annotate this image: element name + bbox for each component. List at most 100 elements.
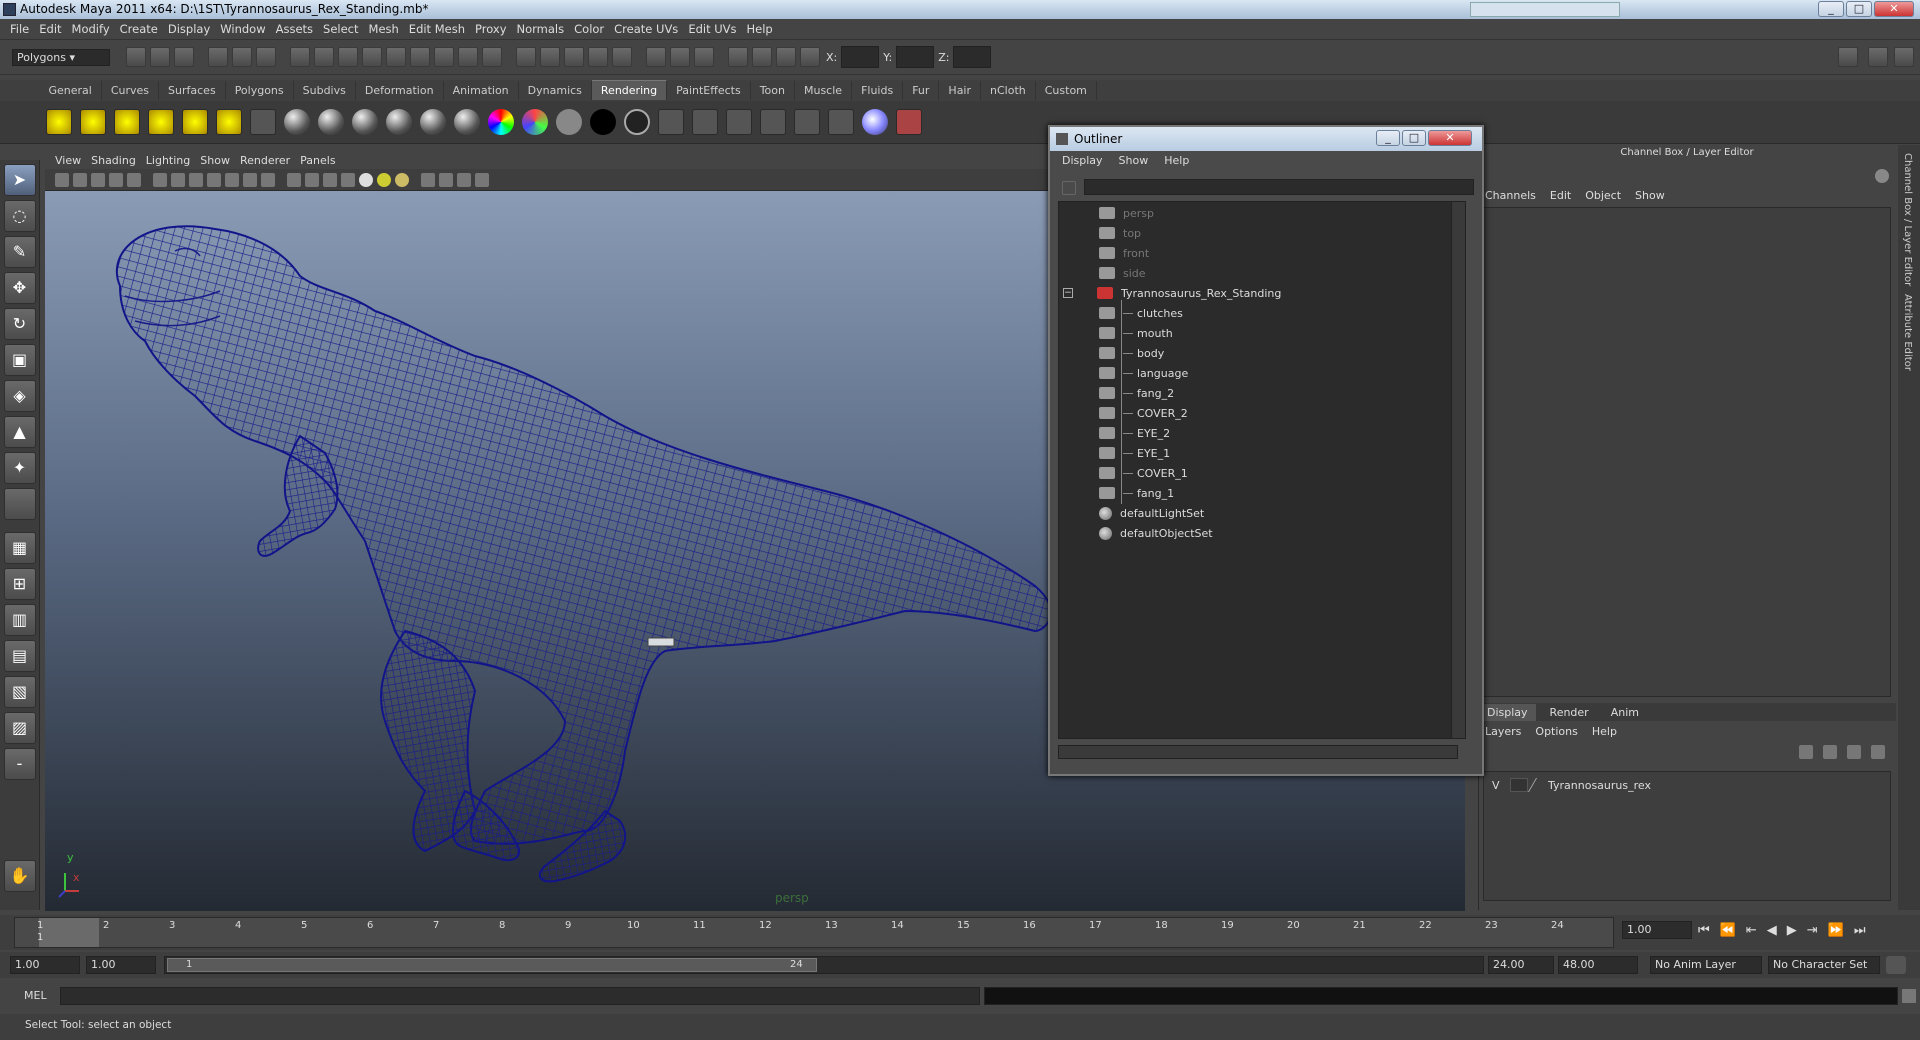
- menu-mesh[interactable]: Mesh: [369, 22, 399, 36]
- layer-row[interactable]: V Tyrannosaurus_rex: [1484, 776, 1890, 794]
- manipulator-tool-icon[interactable]: ◈: [3, 380, 36, 412]
- render-settings-icon[interactable]: [588, 47, 608, 67]
- save-scene-icon[interactable]: [174, 47, 194, 67]
- render-globals-icon[interactable]: [760, 109, 786, 135]
- film-gate-icon[interactable]: [171, 172, 185, 187]
- menu-window[interactable]: Window: [220, 22, 265, 36]
- layer-menu-layers[interactable]: Layers: [1485, 725, 1521, 738]
- command-language-label[interactable]: MEL: [24, 989, 47, 1002]
- paint-select-tool-icon[interactable]: ✎: [3, 236, 36, 268]
- textured-icon[interactable]: [341, 172, 355, 187]
- select-hierarchy-icon[interactable]: [208, 47, 228, 67]
- shelf-tab-painteffects[interactable]: PaintEffects: [667, 81, 751, 100]
- shelf-tab-polygons[interactable]: Polygons: [226, 81, 294, 100]
- surface-shader-icon[interactable]: [556, 109, 582, 135]
- ambient-light-icon[interactable]: [46, 109, 72, 135]
- shelf-tab-ncloth[interactable]: nCloth: [981, 81, 1036, 100]
- time-slider-track[interactable]: 1 1 2 3 4 5 6 7 8 9 10 11 12 13 14 15 16…: [14, 917, 1614, 948]
- xray-components-icon[interactable]: [475, 172, 489, 187]
- menu-create[interactable]: Create: [120, 22, 158, 36]
- menu-modify[interactable]: Modify: [72, 22, 110, 36]
- move-layer-up-icon[interactable]: [1799, 745, 1813, 759]
- layout-options-icon[interactable]: -: [3, 748, 36, 780]
- new-scene-icon[interactable]: [126, 47, 146, 67]
- lasso-tool-icon[interactable]: ◌: [3, 200, 36, 232]
- ipr-render-icon[interactable]: [564, 47, 584, 67]
- render-frame-icon[interactable]: [540, 47, 560, 67]
- outliner-horizontal-scrollbar[interactable]: [1058, 745, 1458, 759]
- four-pane-layout-icon[interactable]: ⊞: [3, 568, 36, 600]
- create-layer-from-selected-icon[interactable]: [1871, 745, 1885, 759]
- xray-icon[interactable]: [439, 172, 453, 187]
- outliner-menu-display[interactable]: Display: [1062, 154, 1103, 167]
- panel-menu-panels[interactable]: Panels: [300, 154, 335, 167]
- playback-start-field[interactable]: 1.00: [86, 956, 156, 974]
- outliner-item-mouth[interactable]: mouth: [1099, 324, 1173, 342]
- gate-mask-icon[interactable]: [207, 172, 221, 187]
- collapse-toggle-icon[interactable]: −: [1063, 288, 1073, 298]
- render-layer-icon[interactable]: [828, 109, 854, 135]
- animation-end-field[interactable]: 48.00: [1558, 956, 1638, 974]
- shelf-tab-rendering[interactable]: Rendering: [591, 80, 668, 100]
- camera-icon[interactable]: [250, 109, 276, 135]
- channel-box-options-icon[interactable]: [1875, 169, 1889, 183]
- current-frame-field[interactable]: 1.00: [1622, 921, 1692, 939]
- channel-box-area[interactable]: [1483, 207, 1891, 697]
- move-layer-down-icon[interactable]: [1823, 745, 1837, 759]
- outliner-menu-show[interactable]: Show: [1119, 154, 1149, 167]
- time-slider[interactable]: 1 1 2 3 4 5 6 7 8 9 10 11 12 13 14 15 16…: [0, 915, 1920, 950]
- menu-file[interactable]: File: [10, 22, 29, 36]
- menu-normals[interactable]: Normals: [517, 22, 565, 36]
- wireframe-on-shaded-icon[interactable]: [323, 172, 337, 187]
- layer-visibility-toggle[interactable]: V: [1492, 779, 1506, 792]
- menu-color[interactable]: Color: [574, 22, 604, 36]
- render-current-frame-icon[interactable]: [658, 109, 684, 135]
- z-field[interactable]: [953, 46, 992, 68]
- outliner-vertical-scrollbar[interactable]: [1451, 202, 1465, 738]
- shelf-tab-dynamics[interactable]: Dynamics: [519, 81, 592, 100]
- ipr-icon[interactable]: [692, 109, 718, 135]
- attribute-editor-toggle-icon[interactable]: [1868, 47, 1888, 67]
- channel-menu-channels[interactable]: Channels: [1485, 189, 1536, 202]
- modeling-toolkit-icon[interactable]: [1838, 47, 1858, 67]
- default-lighting-icon[interactable]: [359, 172, 373, 187]
- menu-display[interactable]: Display: [168, 22, 210, 36]
- command-input[interactable]: [60, 987, 980, 1005]
- shelf-tab-fluids[interactable]: Fluids: [852, 81, 904, 100]
- shelf-tab-toon[interactable]: Toon: [751, 81, 795, 100]
- outliner-minimize-button[interactable]: _: [1376, 130, 1400, 146]
- show-panel-icon[interactable]: [694, 47, 714, 67]
- layer-tab-render[interactable]: Render: [1536, 704, 1603, 721]
- ramp-shader-icon[interactable]: [488, 109, 514, 135]
- shelf-tab-curves[interactable]: Curves: [102, 81, 160, 100]
- go-to-end-icon[interactable]: ⏭: [1854, 923, 1866, 938]
- step-back-key-icon[interactable]: ⏪: [1720, 923, 1736, 938]
- snap-plane-icon[interactable]: [362, 47, 382, 67]
- smooth-shade-icon[interactable]: [305, 172, 319, 187]
- outliner-item-cover-1[interactable]: COVER_1: [1099, 464, 1188, 482]
- shelf-tab-muscle[interactable]: Muscle: [795, 81, 853, 100]
- outliner-item-body[interactable]: body: [1099, 344, 1164, 362]
- single-pane-layout-icon[interactable]: ▦: [3, 532, 36, 564]
- script-editor-icon[interactable]: [1902, 989, 1916, 1003]
- outliner-item-cover-2[interactable]: COVER_2: [1099, 404, 1188, 422]
- outliner-menu-help[interactable]: Help: [1164, 154, 1189, 167]
- outliner-item-default-object-set[interactable]: defaultObjectSet: [1099, 524, 1213, 542]
- channel-menu-object[interactable]: Object: [1585, 189, 1621, 202]
- range-slider-handle[interactable]: 1 24: [167, 958, 817, 972]
- layer-color-swatch[interactable]: [1527, 778, 1549, 792]
- safe-title-icon[interactable]: [261, 172, 275, 187]
- animation-preferences-icon[interactable]: [1886, 956, 1906, 974]
- spot-light-icon[interactable]: [148, 109, 174, 135]
- phonge-shader-icon[interactable]: [420, 109, 446, 135]
- paint-brush-icon[interactable]: [896, 109, 922, 135]
- wireframe-icon[interactable]: [287, 172, 301, 187]
- outliner-item-top[interactable]: top: [1099, 224, 1141, 242]
- highlight-icon[interactable]: [482, 47, 502, 67]
- shelf-tab-general[interactable]: General: [40, 81, 102, 100]
- shelf-tab-surfaces[interactable]: Surfaces: [159, 81, 226, 100]
- sculpt-icon[interactable]: [776, 47, 796, 67]
- snap-point-icon[interactable]: [338, 47, 358, 67]
- channel-menu-show[interactable]: Show: [1635, 189, 1665, 202]
- move-tool-icon[interactable]: ✥: [3, 272, 36, 304]
